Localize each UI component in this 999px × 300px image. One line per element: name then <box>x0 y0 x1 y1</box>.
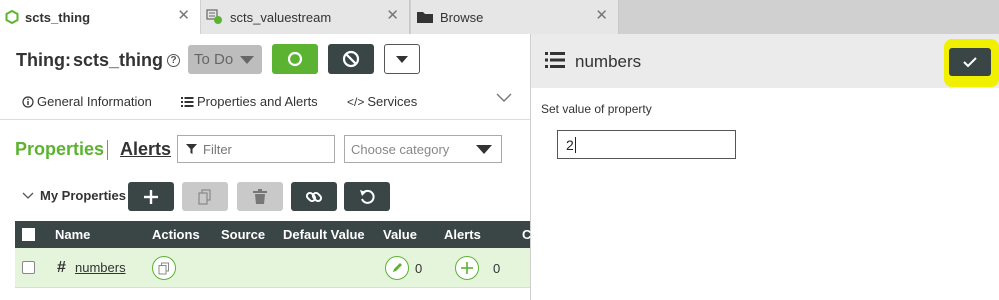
tab-label: scts_thing <box>25 9 91 25</box>
refresh-button[interactable] <box>344 182 390 211</box>
page-title: Thing: scts_thing ? <box>16 50 181 71</box>
my-properties-toggle[interactable]: My Properties <box>22 188 126 203</box>
valuestream-icon <box>206 9 224 25</box>
info-icon <box>22 95 34 108</box>
properties-table-header: Name Actions Source Default Value Value … <box>15 221 531 248</box>
set-value-label: Set value of property <box>541 102 652 116</box>
chevron-down-icon[interactable] <box>496 90 512 108</box>
tab-label: Properties and Alerts <box>197 94 318 109</box>
tab-label: Services <box>367 94 418 109</box>
link-icon <box>305 191 323 202</box>
trash-icon <box>253 189 267 204</box>
chevron-down-icon <box>22 192 34 200</box>
tab-services[interactable]: </> Services <box>347 94 417 109</box>
column-header[interactable]: Source <box>221 227 265 242</box>
link-button[interactable] <box>291 182 337 211</box>
close-icon[interactable]: ✕ <box>386 8 399 24</box>
column-header[interactable]: Alerts <box>444 227 481 242</box>
category-placeholder: Choose category <box>351 141 450 157</box>
property-value-input[interactable]: 2 <box>557 130 736 159</box>
tab-label: scts_valuestream <box>230 9 332 25</box>
category-select[interactable]: Choose category <box>344 135 502 163</box>
entity-name: scts_thing <box>72 50 164 70</box>
plus-icon <box>144 189 158 204</box>
undo-icon <box>360 189 375 204</box>
close-icon[interactable]: ✕ <box>595 8 608 24</box>
state-label: To Do <box>194 51 234 68</box>
circle-icon <box>287 51 303 67</box>
add-property-button[interactable] <box>128 182 174 211</box>
number-type-icon: # <box>57 259 66 276</box>
delete-property-button[interactable] <box>237 182 283 211</box>
stop-button[interactable] <box>328 44 374 74</box>
column-header[interactable]: C <box>522 227 531 242</box>
caret-down-icon <box>240 56 254 64</box>
side-panel-header: numbers <box>531 34 999 88</box>
add-alert-button[interactable] <box>455 256 479 280</box>
group-label: My Properties <box>40 188 126 203</box>
column-header[interactable]: Name <box>55 227 90 242</box>
tab-scts-thing[interactable]: scts_thing ✕ <box>0 0 200 34</box>
confirm-button[interactable] <box>949 48 991 76</box>
property-name-link[interactable]: numbers <box>75 260 126 275</box>
column-header[interactable]: Default Value <box>283 227 365 242</box>
plus-icon <box>461 262 473 274</box>
side-panel-title: numbers <box>575 52 642 71</box>
entity-subtabs: General Information Properties and Alert… <box>0 88 530 120</box>
column-header: Actions <box>152 227 200 242</box>
caret-down-icon <box>476 145 492 154</box>
copy-action-button[interactable] <box>152 256 176 280</box>
table-row[interactable]: # numbers 0 0 <box>15 248 530 288</box>
value-count: 0 <box>415 261 423 276</box>
row-checkbox[interactable] <box>22 261 35 274</box>
duplicate-property-button[interactable] <box>182 182 228 211</box>
properties-tab-label[interactable]: Properties <box>15 139 104 160</box>
code-icon: </> <box>347 94 365 109</box>
tab-browse[interactable]: Browse ✕ <box>411 0 619 34</box>
entity-type-label: Thing: <box>16 50 71 70</box>
alerts-tab-label[interactable]: Alerts <box>120 139 171 160</box>
pencil-icon <box>393 263 402 272</box>
edit-value-button[interactable] <box>385 256 409 280</box>
filter-input[interactable]: Filter <box>177 135 335 163</box>
filter-placeholder: Filter <box>203 141 232 157</box>
start-button[interactable] <box>272 44 318 74</box>
close-icon[interactable]: ✕ <box>177 8 190 24</box>
tab-label: General Information <box>37 94 152 109</box>
select-all-checkbox[interactable] <box>22 228 35 241</box>
tab-label: Browse <box>440 9 484 25</box>
ban-icon <box>342 50 360 68</box>
tab-scts-valuestream[interactable]: scts_valuestream ✕ <box>201 0 410 34</box>
copy-icon <box>158 262 169 274</box>
thing-hexagon-icon <box>5 10 19 24</box>
help-icon[interactable]: ? <box>167 54 181 67</box>
list-icon <box>545 51 565 74</box>
caret-down-icon <box>396 56 408 63</box>
tab-general-information[interactable]: General Information <box>22 94 152 109</box>
separator <box>107 140 108 160</box>
state-dropdown[interactable]: To Do <box>188 45 262 74</box>
column-header[interactable]: Value <box>383 227 417 242</box>
alerts-count: 0 <box>493 261 501 276</box>
tab-bar: scts_thing ✕ scts_valuestream ✕ Browse ✕ <box>0 0 999 34</box>
folder-icon <box>416 10 434 24</box>
tab-properties-and-alerts[interactable]: Properties and Alerts <box>181 94 318 109</box>
filter-icon <box>186 143 197 154</box>
more-dropdown-button[interactable] <box>384 44 420 74</box>
input-value: 2 <box>566 136 574 153</box>
list-icon <box>181 96 194 107</box>
check-icon <box>963 57 977 68</box>
text-cursor <box>574 136 576 153</box>
copy-icon <box>198 188 211 205</box>
